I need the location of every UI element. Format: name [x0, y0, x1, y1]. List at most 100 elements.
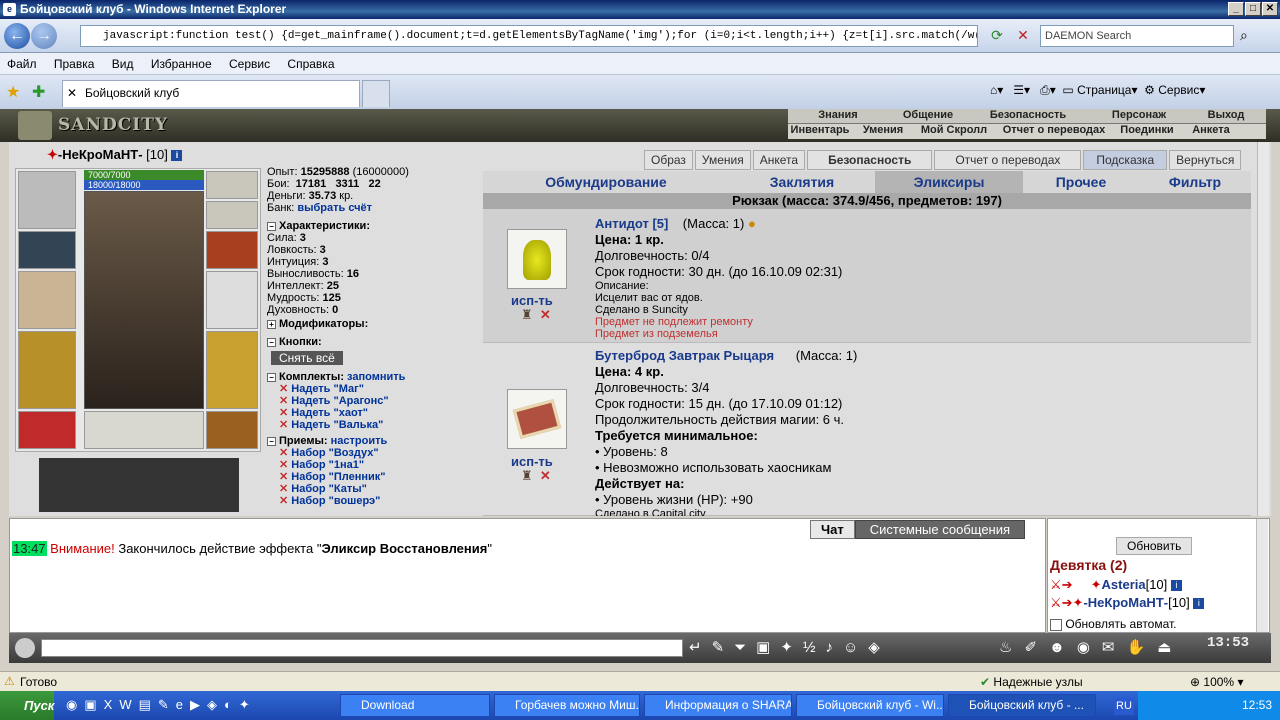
delete-item-icon[interactable]: ✕: [540, 468, 551, 483]
shield-slot[interactable]: [206, 271, 258, 329]
hand-icon[interactable]: ✋: [1127, 639, 1158, 656]
set-item[interactable]: ✕ Надеть "Маг": [267, 383, 485, 395]
pen-icon[interactable]: ✐: [1024, 639, 1049, 656]
tab-elixirs[interactable]: Эликсиры: [875, 171, 1023, 193]
attack-icon[interactable]: ⚔➔: [1050, 577, 1073, 592]
earring-slot[interactable]: [206, 171, 258, 199]
smiley-icon[interactable]: ☺: [843, 639, 868, 656]
word-icon[interactable]: W: [119, 697, 138, 712]
delete-icon[interactable]: ✕: [279, 383, 288, 395]
info-icon[interactable]: i: [171, 150, 183, 162]
boots-slot[interactable]: [206, 411, 258, 449]
people-icon[interactable]: ☻: [1049, 639, 1077, 656]
app-icon[interactable]: ✦: [239, 697, 257, 712]
translit-icon[interactable]: ◈: [868, 639, 890, 656]
delete-item-icon[interactable]: ✕: [540, 307, 551, 322]
back-button[interactable]: ←: [4, 23, 30, 49]
feeds-icon[interactable]: ☰▾: [1013, 83, 1030, 97]
tab-system-messages[interactable]: Системные сообщения: [854, 520, 1026, 539]
print-icon[interactable]: ⎙▾: [1040, 83, 1056, 97]
zoom-control[interactable]: ⊕ 100% ▾: [1190, 675, 1243, 689]
delete-icon[interactable]: ✕: [279, 407, 288, 419]
add-favorite-icon[interactable]: ✚: [32, 82, 45, 102]
tab-chat[interactable]: Чат: [810, 520, 855, 539]
tray-clock[interactable]: 12:53: [1242, 698, 1272, 712]
search-input[interactable]: DAEMON Search: [1040, 25, 1234, 47]
language-indicator[interactable]: RU: [1114, 697, 1134, 715]
users-scrollbar[interactable]: [1256, 519, 1268, 632]
user-row[interactable]: ⚔➔ ✦Asteria[10] i: [1050, 577, 1182, 593]
search-icon[interactable]: ⌕: [1240, 27, 1248, 44]
close-window-button[interactable]: ✕: [1262, 2, 1278, 16]
filter-icon[interactable]: ⏷: [734, 639, 756, 656]
security-button[interactable]: Безопасность: [807, 150, 933, 170]
set-item[interactable]: ✕ Надеть "хаот": [267, 407, 485, 419]
skills-button[interactable]: Умения: [694, 150, 751, 170]
bottle-icon[interactable]: ♨: [999, 639, 1024, 656]
tab-spells[interactable]: Заклятия: [729, 171, 875, 193]
menu-view[interactable]: Вид: [105, 53, 141, 75]
ie-icon[interactable]: e: [176, 697, 190, 712]
menu-exit[interactable]: Выход: [1190, 109, 1262, 121]
tab-equipment[interactable]: Обмундирование: [483, 171, 729, 193]
remove-all-button[interactable]: Снять всё: [271, 351, 343, 365]
belt-slot[interactable]: [18, 411, 76, 449]
home-icon[interactable]: ⌂▾: [990, 83, 1003, 97]
save-icon[interactable]: ▣: [756, 639, 780, 656]
chat-input[interactable]: [41, 639, 683, 657]
drop-icon[interactable]: ♜: [521, 307, 533, 322]
bank-link[interactable]: выбрать счёт: [297, 202, 372, 214]
forum-icon[interactable]: ✉: [1102, 639, 1127, 656]
chat-mode-icon[interactable]: [15, 638, 35, 658]
drop-icon[interactable]: ♜: [521, 468, 533, 483]
app-icon[interactable]: ◈: [207, 697, 224, 712]
app-icon[interactable]: ◉: [66, 697, 84, 712]
app-icon[interactable]: ▤: [139, 697, 158, 712]
task-gorbachev[interactable]: Горбачев можно Миш...: [494, 694, 640, 717]
move-item[interactable]: ✕ Набор "Каты": [267, 483, 485, 495]
delete-icon[interactable]: ✕: [279, 483, 288, 495]
address-input[interactable]: javascript:function test() {d=get_mainfr…: [80, 25, 978, 47]
exit-icon[interactable]: ⏏: [1157, 639, 1183, 656]
moves-setup-link[interactable]: настроить: [331, 435, 388, 447]
set-item[interactable]: ✕ Надеть "Валька": [267, 419, 485, 431]
item-name[interactable]: Антидот [5]: [595, 216, 668, 231]
submenu-skills[interactable]: Умения: [852, 124, 914, 136]
hint-button[interactable]: Подсказка: [1083, 150, 1168, 170]
globe-icon[interactable]: ◉: [1077, 639, 1102, 656]
sets-remember-link[interactable]: запомнить: [347, 371, 405, 383]
tools-menu[interactable]: ⚙ Сервис▾: [1144, 83, 1205, 97]
menu-edit[interactable]: Правка: [47, 53, 102, 75]
attack-icon[interactable]: ⚔➔: [1050, 595, 1073, 610]
item-name[interactable]: Бутерброд Завтрак Рыцаря: [595, 348, 774, 363]
submenu-profile[interactable]: Анкета: [1180, 124, 1242, 136]
auto-refresh-checkbox[interactable]: [1050, 618, 1062, 631]
return-button[interactable]: Вернуться: [1169, 150, 1242, 170]
user-name[interactable]: -НеКроМаНТ-: [1083, 595, 1168, 610]
delete-icon[interactable]: ✕: [279, 459, 288, 471]
user-row[interactable]: ⚔➔✦-НеКроМаНТ-[10] i: [1050, 595, 1205, 611]
maximize-button[interactable]: □: [1245, 2, 1261, 16]
info-icon[interactable]: i: [1193, 598, 1205, 610]
stop-icon[interactable]: ✕: [1014, 27, 1032, 45]
amulet-slot[interactable]: [206, 201, 258, 229]
delete-icon[interactable]: ✕: [279, 447, 288, 459]
info-icon[interactable]: i: [1170, 580, 1182, 592]
user-name[interactable]: Asteria: [1102, 577, 1146, 592]
eraser-icon[interactable]: ✎: [712, 639, 735, 656]
menu-character[interactable]: Персонаж: [1088, 109, 1190, 121]
menu-knowledge[interactable]: Знания: [788, 109, 888, 121]
tab-filter[interactable]: Фильтр: [1139, 171, 1251, 193]
ring-slots[interactable]: [84, 411, 204, 449]
page-menu[interactable]: ▭ Страница▾: [1062, 83, 1137, 97]
set-item[interactable]: ✕ Надеть "Арагонс": [267, 395, 485, 407]
use-item-link[interactable]: исп-ть: [511, 293, 553, 308]
move-item[interactable]: ✕ Набор "Воздух": [267, 447, 485, 459]
delete-icon[interactable]: ✕: [279, 495, 288, 507]
task-fightclub-2[interactable]: Бойцовский клуб - ...: [948, 694, 1096, 717]
weapon-slot[interactable]: [18, 271, 76, 329]
move-item[interactable]: ✕ Набор "Пленник": [267, 471, 485, 483]
app-icon[interactable]: ✎: [158, 697, 176, 712]
transfers-button[interactable]: Отчет о переводах: [934, 150, 1082, 170]
inventory-scrollbar[interactable]: [1257, 142, 1269, 516]
